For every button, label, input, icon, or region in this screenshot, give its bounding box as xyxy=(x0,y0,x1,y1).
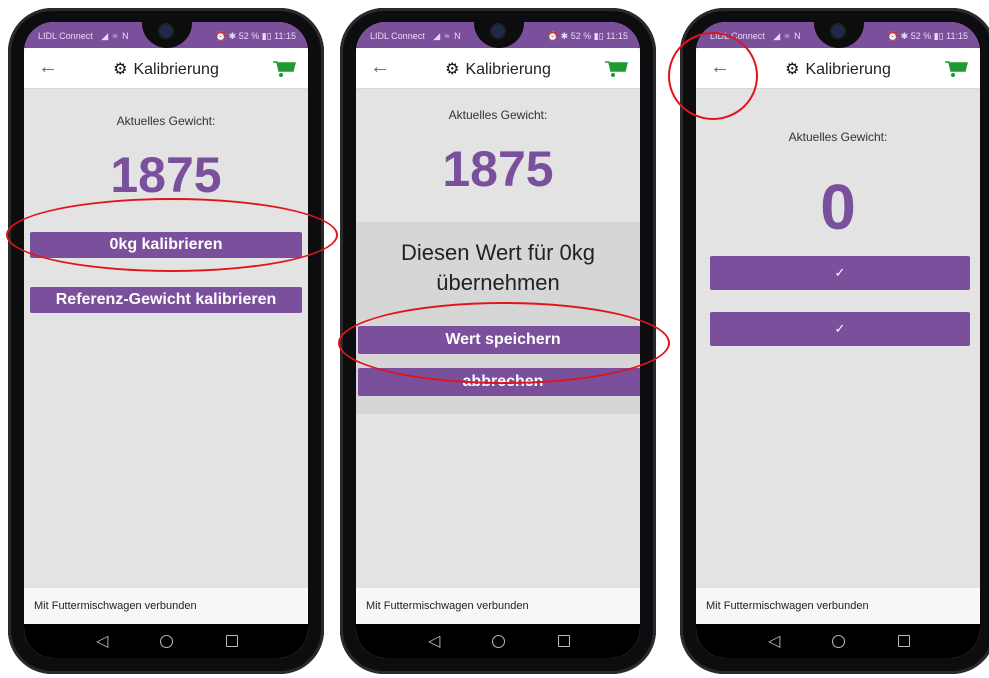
screen-1: LIDL Connect ◢ ≈ N ⏰ ✱ 52 % ▮▯ 11:15 ← ⚙… xyxy=(24,22,308,658)
page-title: Kalibrierung xyxy=(465,61,551,78)
app-bar: ← ⚙ Kalibrierung xyxy=(356,48,640,89)
connection-status-bar: Mit Futtermischwagen verbunden xyxy=(696,588,980,624)
dialog-message-line2: übernehmen xyxy=(436,270,560,295)
signal-wifi-icon: ◢ ≈ N xyxy=(101,31,130,41)
settings-gears-icon: ⚙ xyxy=(785,61,800,78)
camera-icon xyxy=(832,25,844,37)
calibrate-zero-button[interactable]: 0kg kalibrieren xyxy=(30,232,302,258)
current-weight-label: Aktuelles Gewicht: xyxy=(448,108,548,122)
nav-home-icon[interactable] xyxy=(492,635,505,648)
current-weight-value: 0 xyxy=(820,171,856,243)
screen-2: LIDL Connect ◢ ≈ N ⏰ ✱ 52 % ▮▯ 11:15 ← ⚙… xyxy=(356,22,640,658)
cart-icon[interactable] xyxy=(944,60,968,78)
status-right: ⏰ ✱ 52 % ▮▯ 11:15 xyxy=(546,31,628,41)
current-weight-value: 1875 xyxy=(110,147,222,203)
confirm-button-2[interactable]: ✓ xyxy=(710,312,970,346)
connection-status-text: Mit Futtermischwagen verbunden xyxy=(34,600,197,612)
status-right: ⏰ ✱ 52 % ▮▯ 11:15 xyxy=(214,31,296,41)
status-right: ⏰ ✱ 52 % ▮▯ 11:15 xyxy=(886,31,968,41)
page-title: Kalibrierung xyxy=(805,61,891,78)
current-weight-label: Aktuelles Gewicht: xyxy=(116,114,216,128)
carrier-label: LIDL Connect xyxy=(370,31,425,41)
carrier-label: LIDL Connect xyxy=(38,31,93,41)
signal-wifi-icon: ◢ ≈ N xyxy=(433,31,462,41)
page-title: Kalibrierung xyxy=(133,61,219,78)
camera-icon xyxy=(492,25,504,37)
save-value-button[interactable]: Wert speichern xyxy=(358,326,640,354)
nav-back-icon[interactable]: ◁ xyxy=(768,631,780,651)
connection-status-bar: Mit Futtermischwagen verbunden xyxy=(24,588,308,624)
phone-frame-2: LIDL Connect ◢ ≈ N ⏰ ✱ 52 % ▮▯ 11:15 ← ⚙… xyxy=(340,8,656,674)
current-weight-label: Aktuelles Gewicht: xyxy=(788,130,888,144)
cancel-button[interactable]: abbrechen xyxy=(358,368,640,396)
nav-home-icon[interactable] xyxy=(160,635,173,648)
camera-icon xyxy=(160,25,172,37)
phone-frame-3: LIDL Connect ◢ ≈ N ⏰ ✱ 52 % ▮▯ 11:15 ← ⚙… xyxy=(680,8,989,674)
app-bar: ← ⚙ Kalibrierung xyxy=(24,48,308,89)
nav-recent-apps-icon[interactable] xyxy=(558,635,570,647)
carrier-label: LIDL Connect xyxy=(710,31,765,41)
nav-home-icon[interactable] xyxy=(832,635,845,648)
settings-gears-icon: ⚙ xyxy=(445,61,460,78)
cart-icon[interactable] xyxy=(604,60,628,78)
confirm-button-1[interactable]: ✓ xyxy=(710,256,970,290)
signal-wifi-icon: ◢ ≈ N xyxy=(773,31,802,41)
connection-status-text: Mit Futtermischwagen verbunden xyxy=(366,600,529,612)
calibrate-reference-button[interactable]: Referenz-Gewicht kalibrieren xyxy=(30,287,302,313)
nav-recent-apps-icon[interactable] xyxy=(898,635,910,647)
nav-recent-apps-icon[interactable] xyxy=(226,635,238,647)
cart-icon[interactable] xyxy=(272,60,296,78)
connection-status-text: Mit Futtermischwagen verbunden xyxy=(706,600,869,612)
current-weight-value: 1875 xyxy=(442,141,554,197)
android-nav-bar: ◁ xyxy=(356,624,640,658)
app-bar: ← ⚙ Kalibrierung xyxy=(696,48,980,89)
nav-back-icon[interactable]: ◁ xyxy=(428,631,440,651)
android-nav-bar: ◁ xyxy=(24,624,308,658)
android-nav-bar: ◁ xyxy=(696,624,980,658)
settings-gears-icon: ⚙ xyxy=(113,61,128,78)
dialog-message-line1: Diesen Wert für 0kg xyxy=(400,240,595,265)
phone-frame-1: LIDL Connect ◢ ≈ N ⏰ ✱ 52 % ▮▯ 11:15 ← ⚙… xyxy=(8,8,324,674)
nav-back-icon[interactable]: ◁ xyxy=(96,631,108,651)
connection-status-bar: Mit Futtermischwagen verbunden xyxy=(356,588,640,624)
screen-3: LIDL Connect ◢ ≈ N ⏰ ✱ 52 % ▮▯ 11:15 ← ⚙… xyxy=(696,22,980,658)
